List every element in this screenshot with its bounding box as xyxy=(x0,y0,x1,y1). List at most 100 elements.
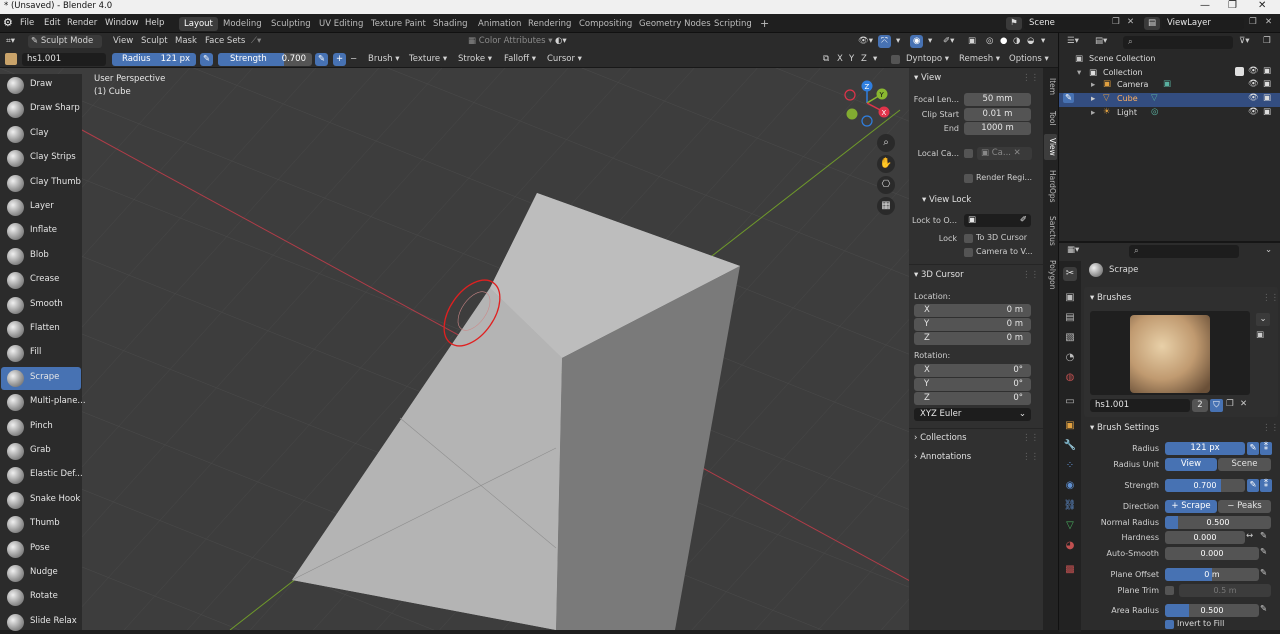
new-scene-icon[interactable]: ❐ xyxy=(1112,17,1124,30)
tab-texture-paint[interactable]: Texture Paint xyxy=(366,17,431,31)
collection-tab-icon[interactable]: ▭ xyxy=(1063,395,1077,409)
tool-clay-thumb[interactable]: Clay Thumb xyxy=(1,172,81,195)
hardness-slider[interactable]: 0.000 xyxy=(1165,531,1245,544)
navigation-gizmo[interactable]: Z Y X xyxy=(840,76,900,136)
auto-smooth-pressure-icon[interactable]: ✎ xyxy=(1260,547,1267,557)
menu-help[interactable]: Help xyxy=(141,17,168,30)
remesh-menu[interactable]: Remesh ▾ xyxy=(956,53,1003,66)
data-tab-icon[interactable]: ▽ xyxy=(1063,519,1077,533)
fake-user-shield-icon[interactable]: ⛉ xyxy=(1210,399,1223,412)
tool-snake-hook[interactable]: Snake Hook xyxy=(1,489,81,512)
auto-smooth-slider[interactable]: 0.000 xyxy=(1165,547,1259,560)
clip-end-field[interactable]: 1000 m xyxy=(964,122,1031,135)
area-radius-slider[interactable]: 0.500 xyxy=(1165,604,1259,617)
render-tab-icon[interactable]: ▣ xyxy=(1063,291,1077,305)
tab-rendering[interactable]: Rendering xyxy=(523,17,576,31)
tool-draw-sharp[interactable]: Draw Sharp xyxy=(1,98,81,121)
expand-arrow-icon[interactable]: ▸ xyxy=(1091,94,1095,104)
menu-window[interactable]: Window xyxy=(101,17,143,30)
cursor-menu[interactable]: Cursor ▾ xyxy=(544,53,585,66)
sidebar-tab-view[interactable]: View xyxy=(1044,134,1057,160)
editor-type-icon[interactable]: ⌗▾ xyxy=(3,35,18,48)
cursor-rotation-x[interactable]: X 0° xyxy=(914,364,1031,377)
outliner-search-input[interactable]: ⌕ xyxy=(1123,36,1233,49)
tool-clay-strips[interactable]: Clay Strips xyxy=(1,147,81,170)
minimize-icon[interactable]: — xyxy=(1200,0,1210,11)
collections-panel-header[interactable]: › Collections xyxy=(914,433,967,443)
brush-datablock-name[interactable]: hs1.001 xyxy=(1090,399,1190,412)
tab-scripting[interactable]: Scripting xyxy=(709,17,757,31)
scene-icon[interactable]: ⚑ xyxy=(1006,17,1022,30)
sidebar-tab-polygon[interactable]: Polygon xyxy=(1044,256,1057,294)
camera-render-icon[interactable]: ▣ xyxy=(1263,66,1271,76)
sidebar-tab-tool[interactable]: Tool xyxy=(1044,106,1057,130)
tab-modeling[interactable]: Modeling xyxy=(218,17,267,31)
menu-face-sets[interactable]: Face Sets xyxy=(202,35,248,48)
shading-dropdown-icon[interactable]: ▾ xyxy=(1038,35,1048,48)
texture-tab-icon[interactable]: ▩ xyxy=(1063,563,1077,577)
chevron-down-icon[interactable]: ⌄ xyxy=(1265,245,1272,255)
lock-to-object-field[interactable]: ▣ ✐ xyxy=(964,214,1031,227)
view-panel-header[interactable]: ▾ View xyxy=(914,73,941,83)
menu-file[interactable]: File xyxy=(16,17,38,30)
tool-inflate[interactable]: Inflate xyxy=(1,220,81,243)
eyedropper-icon[interactable]: ✐ xyxy=(1020,214,1027,227)
clip-start-field[interactable]: 0.01 m xyxy=(964,108,1031,121)
camera-render-icon[interactable]: ▣ xyxy=(1263,79,1271,89)
cursor-location-y[interactable]: Y 0 m xyxy=(914,318,1031,331)
scene-collection-label[interactable]: Scene Collection xyxy=(1089,54,1156,63)
gizmo-toggle-icon[interactable]: ⤧ xyxy=(878,35,891,48)
tab-geometry-nodes[interactable]: Geometry Nodes xyxy=(634,17,716,31)
tab-compositing[interactable]: Compositing xyxy=(574,17,637,31)
tool-layer[interactable]: Layer xyxy=(1,196,81,219)
remove-view-layer-icon[interactable]: ✕ xyxy=(1265,17,1272,27)
symmetry-z[interactable]: Z xyxy=(858,53,870,66)
direction-subtract-icon[interactable]: − xyxy=(347,53,360,66)
cursor-rotation-y[interactable]: Y 0° xyxy=(914,378,1031,391)
sidebar-tab-item[interactable]: Item xyxy=(1044,74,1057,100)
cursor-location-x[interactable]: X 0 m xyxy=(914,304,1031,317)
expand-arrow-icon[interactable]: ▸ xyxy=(1091,108,1095,118)
collection-label[interactable]: Collection xyxy=(1103,68,1143,77)
invert-to-fill-checkbox[interactable] xyxy=(1165,620,1174,629)
tool-smooth[interactable]: Smooth xyxy=(1,294,81,317)
annotations-panel-header[interactable]: › Annotations xyxy=(914,452,971,462)
shading-color-icon[interactable]: ◐▾ xyxy=(552,35,570,48)
symmetry-x[interactable]: X xyxy=(834,53,846,66)
tool-grab[interactable]: Grab xyxy=(1,440,81,463)
add-workspace-icon[interactable]: + xyxy=(755,17,774,31)
eye-icon[interactable]: 👁 xyxy=(1248,79,1259,89)
curve-icon[interactable]: ⟋▾ xyxy=(248,35,264,48)
scene-selector[interactable]: Scene xyxy=(1024,17,1110,30)
visibility-icon[interactable]: 👁▾ xyxy=(855,35,876,48)
symmetry-dropdown-icon[interactable]: ▾ xyxy=(870,53,880,66)
radius-pressure-icon[interactable]: ✎ xyxy=(1247,442,1259,455)
overlay-toggle-icon[interactable]: ◉ xyxy=(910,35,924,48)
display-mode-icon[interactable]: ▤▾ xyxy=(1095,36,1107,46)
blender-logo-icon[interactable]: ⚙ xyxy=(3,16,13,29)
local-camera-field[interactable]: ▣ Ca... ✕ xyxy=(977,147,1032,160)
dyntopo-menu[interactable]: Dyntopo ▾ xyxy=(903,53,952,66)
maximize-icon[interactable]: ❐ xyxy=(1228,0,1237,11)
solid-shading-icon[interactable]: ● xyxy=(997,35,1010,48)
tab-animation[interactable]: Animation xyxy=(473,17,526,31)
pan-hand-icon[interactable]: ✋ xyxy=(877,155,895,173)
wireframe-shading-icon[interactable]: ◎ xyxy=(983,35,996,48)
rendered-shading-icon[interactable]: ◒ xyxy=(1024,35,1037,48)
menu-view[interactable]: View xyxy=(110,35,136,48)
drag-handle-icon[interactable]: ⋮⋮ xyxy=(1262,423,1279,433)
exclude-checkbox[interactable] xyxy=(1235,67,1244,76)
camera-render-icon[interactable]: ▣ xyxy=(1263,93,1271,103)
view-lock-header[interactable]: ▾ View Lock xyxy=(922,195,971,205)
brush-preview-settings-icon[interactable]: ▣ xyxy=(1256,330,1264,340)
tool-thumb[interactable]: Thumb xyxy=(1,513,81,536)
symmetry-y[interactable]: Y xyxy=(846,53,857,66)
drag-handle-icon[interactable]: ⋮⋮ xyxy=(1022,73,1039,83)
tab-shading[interactable]: Shading xyxy=(428,17,473,31)
tool-flatten[interactable]: Flatten xyxy=(1,318,81,341)
plane-trim-slider[interactable]: 0.5 m xyxy=(1179,584,1271,597)
expand-arrow-icon[interactable]: ▸ xyxy=(1091,80,1095,90)
tool-scrape[interactable]: Scrape xyxy=(1,366,81,390)
cursor-location-z[interactable]: Z 0 m xyxy=(914,332,1031,345)
radius-jitter-icon[interactable]: ⁑ xyxy=(1260,442,1272,455)
